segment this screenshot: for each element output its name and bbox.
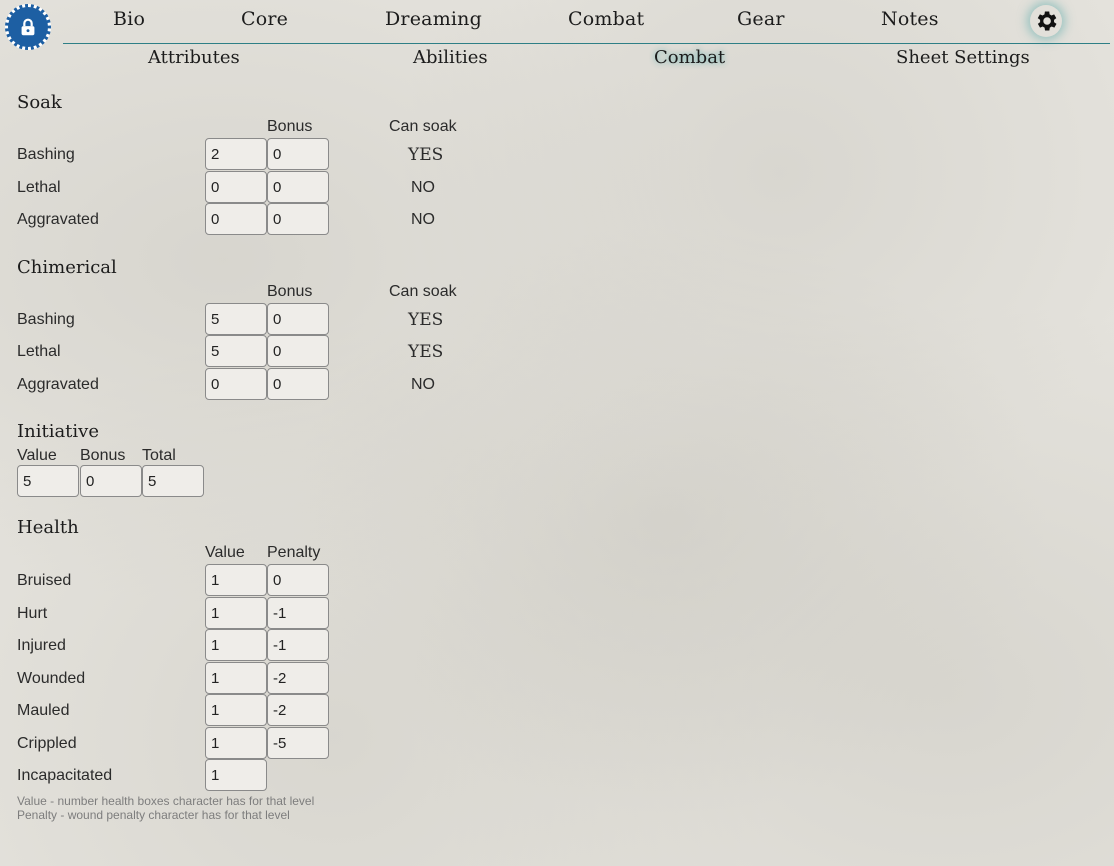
initiative-total-input[interactable]	[142, 465, 204, 497]
health-crippled-penalty[interactable]	[267, 727, 329, 759]
chimerical-aggravated-bonus[interactable]	[267, 368, 329, 400]
subtab-attributes[interactable]: Attributes	[148, 47, 240, 68]
health-label-mauled: Mauled	[17, 702, 70, 719]
soak-bashing-can-soak[interactable]: YES	[408, 145, 443, 165]
gear-icon[interactable]	[1030, 5, 1062, 37]
subtab-abilities[interactable]: Abilities	[413, 47, 488, 68]
soak-label-bashing: Bashing	[17, 146, 75, 163]
chimerical-bonus-header: Bonus	[267, 283, 313, 300]
chimerical-bashing-bonus[interactable]	[267, 303, 329, 335]
chimerical-aggravated-value[interactable]	[205, 368, 267, 400]
health-label-bruised: Bruised	[17, 572, 72, 589]
health-injured-value[interactable]	[205, 629, 267, 661]
main-nav: Bio Core Dreaming Combat Gear Notes	[0, 0, 1114, 44]
health-wounded-value[interactable]	[205, 662, 267, 694]
health-wounded-penalty[interactable]	[267, 662, 329, 694]
chimerical-bashing-can-soak[interactable]: YES	[408, 310, 443, 330]
health-label-injured: Injured	[17, 637, 66, 654]
tab-gear[interactable]: Gear	[737, 8, 785, 30]
chimerical-can-soak-header: Can soak	[389, 283, 457, 300]
soak-bashing-bonus[interactable]	[267, 138, 329, 170]
nav-divider	[63, 43, 1110, 44]
initiative-value-input[interactable]	[17, 465, 79, 497]
chimerical-label-aggravated: Aggravated	[17, 376, 99, 393]
health-penalty-header: Penalty	[267, 544, 321, 561]
chimerical-lethal-bonus[interactable]	[267, 335, 329, 367]
health-bruised-value[interactable]	[205, 564, 267, 596]
soak-can-soak-header: Can soak	[389, 118, 457, 135]
health-label-wounded: Wounded	[17, 670, 86, 687]
soak-heading: Soak	[17, 92, 62, 113]
initiative-bonus-header: Bonus	[80, 447, 126, 464]
health-label-hurt: Hurt	[17, 605, 48, 622]
health-mauled-value[interactable]	[205, 694, 267, 726]
soak-aggravated-bonus[interactable]	[267, 203, 329, 235]
health-hurt-penalty[interactable]	[267, 597, 329, 629]
tab-bio[interactable]: Bio	[113, 8, 145, 30]
soak-lethal-bonus[interactable]	[267, 171, 329, 203]
health-injured-penalty[interactable]	[267, 629, 329, 661]
health-heading: Health	[17, 517, 79, 538]
initiative-value-header: Value	[17, 447, 57, 464]
health-note-penalty: Penalty - wound penalty character has fo…	[17, 808, 290, 822]
health-value-header: Value	[205, 544, 245, 561]
chimerical-bashing-value[interactable]	[205, 303, 267, 335]
chimerical-heading: Chimerical	[17, 257, 117, 278]
soak-bashing-value[interactable]	[205, 138, 267, 170]
soak-lethal-can-soak[interactable]: NO	[411, 179, 435, 197]
health-hurt-value[interactable]	[205, 597, 267, 629]
subtab-combat[interactable]: Combat	[654, 47, 725, 68]
health-label-crippled: Crippled	[17, 735, 77, 752]
soak-bonus-header: Bonus	[267, 118, 313, 135]
tab-notes[interactable]: Notes	[881, 8, 939, 30]
soak-aggravated-can-soak[interactable]: NO	[411, 211, 435, 229]
health-incapacitated-value[interactable]	[205, 759, 267, 791]
tab-dreaming[interactable]: Dreaming	[385, 8, 482, 30]
chimerical-aggravated-can-soak[interactable]: NO	[411, 376, 435, 394]
chimerical-label-lethal: Lethal	[17, 343, 61, 360]
chimerical-lethal-can-soak[interactable]: YES	[408, 342, 443, 362]
tab-combat[interactable]: Combat	[568, 8, 644, 30]
health-crippled-value[interactable]	[205, 727, 267, 759]
subtab-sheet-settings[interactable]: Sheet Settings	[896, 47, 1030, 68]
initiative-heading: Initiative	[17, 421, 99, 442]
chimerical-lethal-value[interactable]	[205, 335, 267, 367]
health-mauled-penalty[interactable]	[267, 694, 329, 726]
soak-label-aggravated: Aggravated	[17, 211, 99, 228]
health-bruised-penalty[interactable]	[267, 564, 329, 596]
soak-label-lethal: Lethal	[17, 179, 61, 196]
health-label-incapacitated: Incapacitated	[17, 767, 113, 784]
soak-lethal-value[interactable]	[205, 171, 267, 203]
chimerical-label-bashing: Bashing	[17, 311, 75, 328]
health-note-value: Value - number health boxes character ha…	[17, 794, 315, 808]
initiative-total-header: Total	[142, 447, 176, 464]
soak-aggravated-value[interactable]	[205, 203, 267, 235]
initiative-bonus-input[interactable]	[80, 465, 142, 497]
tab-core[interactable]: Core	[241, 8, 288, 30]
